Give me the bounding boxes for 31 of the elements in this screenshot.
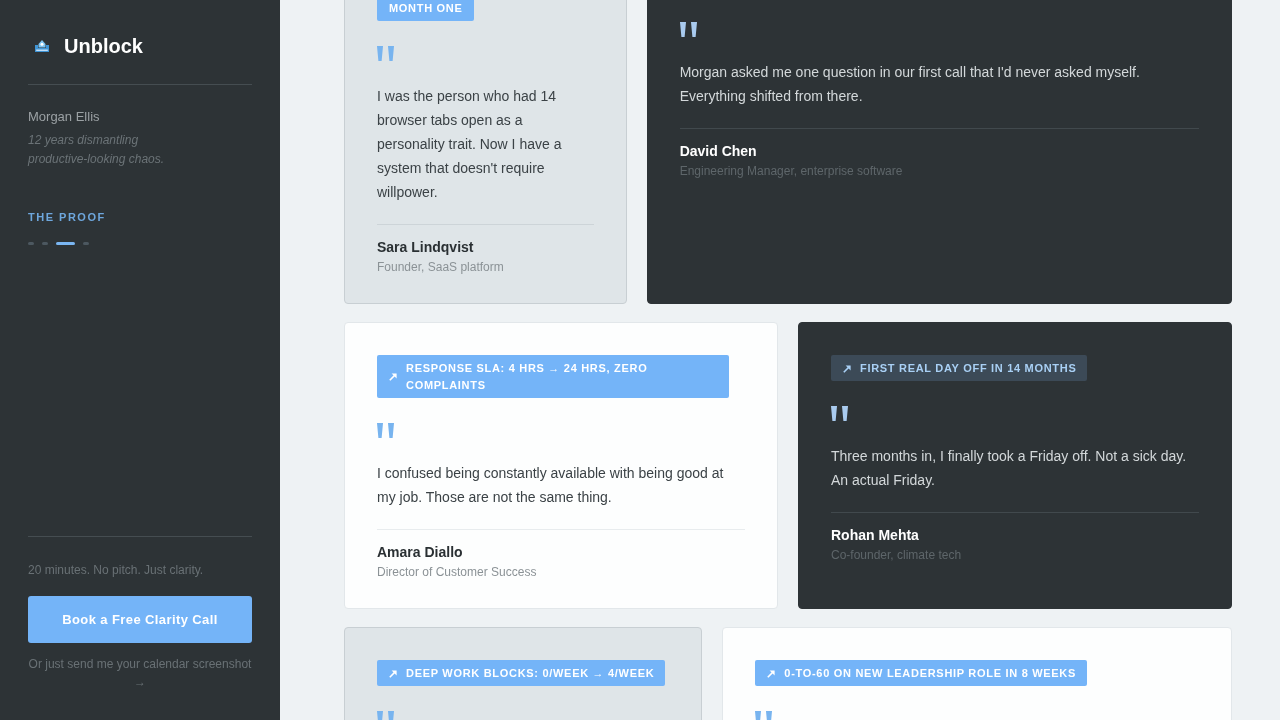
carousel-indicator[interactable] [56, 242, 75, 245]
tag-text: FIRST REAL DAY OFF IN 14 MONTHS [860, 361, 1077, 376]
logo-icon [34, 39, 50, 53]
carousel-indicator[interactable] [42, 242, 48, 245]
author-name: David Chen [679, 142, 758, 161]
author-name: Amara Diallo [377, 543, 464, 562]
testimonial-quote: I was the person who had 14 browser tabs open as a personality trait. Now I have a system that doesn't require willpower. [377, 87, 563, 202]
carousel-indicator[interactable] [28, 242, 34, 245]
author-name: Rohan Mehta [831, 526, 920, 545]
author-name: Sara Lindqvist [377, 238, 475, 257]
quote-mark-icon [377, 46, 394, 61]
brand-name: Unblock [64, 34, 143, 58]
carousel-indicator[interactable] [83, 242, 89, 245]
calendar-link[interactable]: Or just send me your calendar screenshot → [28, 655, 252, 691]
testimonial-quote: I confused being constantly available with being good at my job. Those are not the same thing. [377, 464, 725, 507]
author-role: Founder, SaaS platform [377, 259, 505, 276]
tag-text: DEEP WORK BLOCKS: 0/WEEK → 4/WEEK [406, 666, 655, 681]
quote-mark-icon [831, 406, 848, 421]
author-tagline: 12 years dismantling productive-looking chaos. [28, 132, 166, 168]
call-note: 20 minutes. No pitch. Just clarity. [28, 562, 205, 579]
tag-text: 0-TO-60 ON NEW LEADERSHIP ROLE IN 8 WEEKS [784, 666, 1077, 681]
tag-text: RESPONSE SLA: 4 HRS → 24 HRS, ZERO COMPLAINTS [406, 361, 649, 393]
book-call-button[interactable]: Book a Free Clarity Call [28, 596, 252, 643]
author-name: Morgan Ellis [28, 109, 101, 125]
quote-mark-icon [377, 423, 394, 438]
section-label: THE PROOF [28, 210, 107, 224]
tag-text: MONTH ONE [389, 1, 463, 16]
testimonial-quote: Morgan asked me one question in our first call that I'd never asked myself. Everything shifted from there. [679, 63, 1141, 106]
testimonial-quote: Three months in, I finally took a Friday off. Not a sick day. An actual Friday. [831, 447, 1188, 490]
author-role: Director of Customer Success [377, 564, 538, 581]
quote-mark-icon [679, 22, 697, 37]
